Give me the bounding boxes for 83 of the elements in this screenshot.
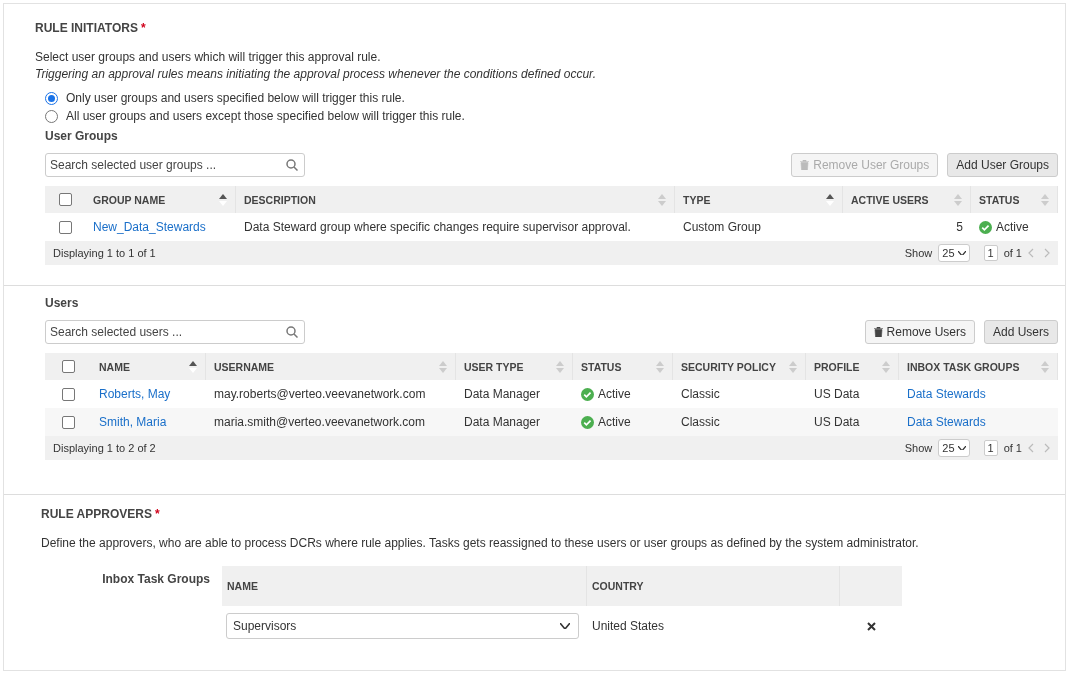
radio-button[interactable] [45,91,58,105]
search-field[interactable]: Search selected user groups ... [45,153,305,177]
add-button[interactable]: Add Users [983,320,1058,344]
table-cell: Data Manager [464,387,541,401]
page-field[interactable]: 1 [983,245,998,261]
checkbox[interactable] [61,360,75,373]
sort-icon[interactable] [219,193,227,206]
table-cell: Classic [681,415,720,429]
name-link[interactable]: Roberts, May [99,387,171,401]
table-cell: United States [592,619,665,633]
status-text: Active [996,220,1029,234]
column-header[interactable]: USERNAME [214,360,435,373]
check-circle-icon [581,415,594,429]
name-link[interactable]: Data Stewards [907,387,986,401]
status-text: Active [598,387,631,401]
section-heading: User Groups [45,129,119,143]
table-cell: may.roberts@verteo.veevanetwork.com [214,387,426,401]
column-header[interactable]: TYPE [683,193,822,206]
column-header[interactable]: INBOX TASK GROUPS [907,360,1037,373]
column-header[interactable]: DESCRIPTION [244,193,654,206]
column-header[interactable]: GROUP NAME [93,193,215,206]
description-text: Define the approvers, who are able to process DCRs where rule applies. Tasks gets reassigned to these users or user groups as defined by the system administrator. [41,535,920,552]
check-circle-icon [979,220,992,234]
page-count: of 1 [1003,442,1022,454]
close-icon[interactable] [866,621,876,631]
page-count: of 1 [1003,247,1022,259]
sort-icon[interactable] [826,193,834,206]
table-cell: Data Manager [464,415,541,429]
search-field[interactable]: Search selected users ... [45,320,305,344]
section-heading: Users [45,296,80,310]
name-link[interactable]: Data Stewards [907,415,986,429]
sort-icon[interactable] [189,360,197,373]
caret-icon [560,623,570,629]
table-cell: maria.smith@verteo.veevanetwork.com [214,415,425,429]
column-header[interactable]: SECURITY POLICY [681,360,785,373]
table-cell: Custom Group [683,220,762,234]
caret-icon [957,445,966,451]
table-cell: 5 [956,220,963,234]
trash-icon [873,327,883,337]
intro-text: Select user groups and users which will trigger this approval rule. [35,49,382,66]
required-mark: * [140,21,146,35]
table-cell: Classic [681,387,720,401]
required-mark: * [154,507,160,521]
radio-label[interactable]: Only user groups and users specified below will trigger this rule. [66,91,405,105]
check-circle-icon [581,387,594,401]
column-header[interactable]: ACTIVE USERS [851,193,950,206]
page-size-select[interactable]: 25 [938,244,970,262]
search-icon [286,159,298,171]
table-cell: US Data [814,415,860,429]
checkbox[interactable] [58,193,72,206]
note-text: Triggering an approval rules means initiating the approval process whenever the conditions defined occur. [35,66,597,83]
column-header: COUNTRY [592,580,645,592]
search-icon [286,326,298,338]
column-header[interactable]: STATUS [979,193,1037,206]
caret-icon [957,250,966,256]
column-header[interactable]: USER TYPE [464,360,552,373]
trash-icon [800,160,810,170]
page-field[interactable]: 1 [983,440,998,456]
field-label: Inbox Task Groups [101,571,210,588]
remove-button[interactable]: Remove Users [864,320,975,344]
radio-button[interactable] [45,109,58,123]
name-link[interactable]: New_Data_Stewards [93,220,206,234]
table-cell: US Data [814,387,860,401]
group-dropdown[interactable]: Supervisors [226,613,579,639]
column-header: NAME [227,580,259,592]
show-label: Show [904,247,933,259]
column-header[interactable]: STATUS [581,360,652,373]
checkbox[interactable] [61,387,75,401]
column-header[interactable]: NAME [99,360,185,373]
section-title: RULE APPROVERS [41,507,152,521]
checkbox[interactable] [61,415,75,429]
page-size-select[interactable]: 25 [938,439,970,457]
checkbox[interactable] [58,220,72,234]
section-title: RULE INITIATORS [35,21,138,35]
display-count: Displaying 1 to 2 of 2 [53,442,156,454]
name-link[interactable]: Smith, Maria [99,415,167,429]
table-cell: Data Steward group where specific changes require supervisor approval. [244,220,631,234]
column-header[interactable]: PROFILE [814,360,878,373]
show-label: Show [904,442,933,454]
display-count: Displaying 1 to 1 of 1 [53,247,156,259]
radio-label[interactable]: All user groups and users except those specified below will trigger this rule. [66,109,465,123]
status-text: Active [598,415,631,429]
add-button[interactable]: Add User Groups [947,153,1058,177]
